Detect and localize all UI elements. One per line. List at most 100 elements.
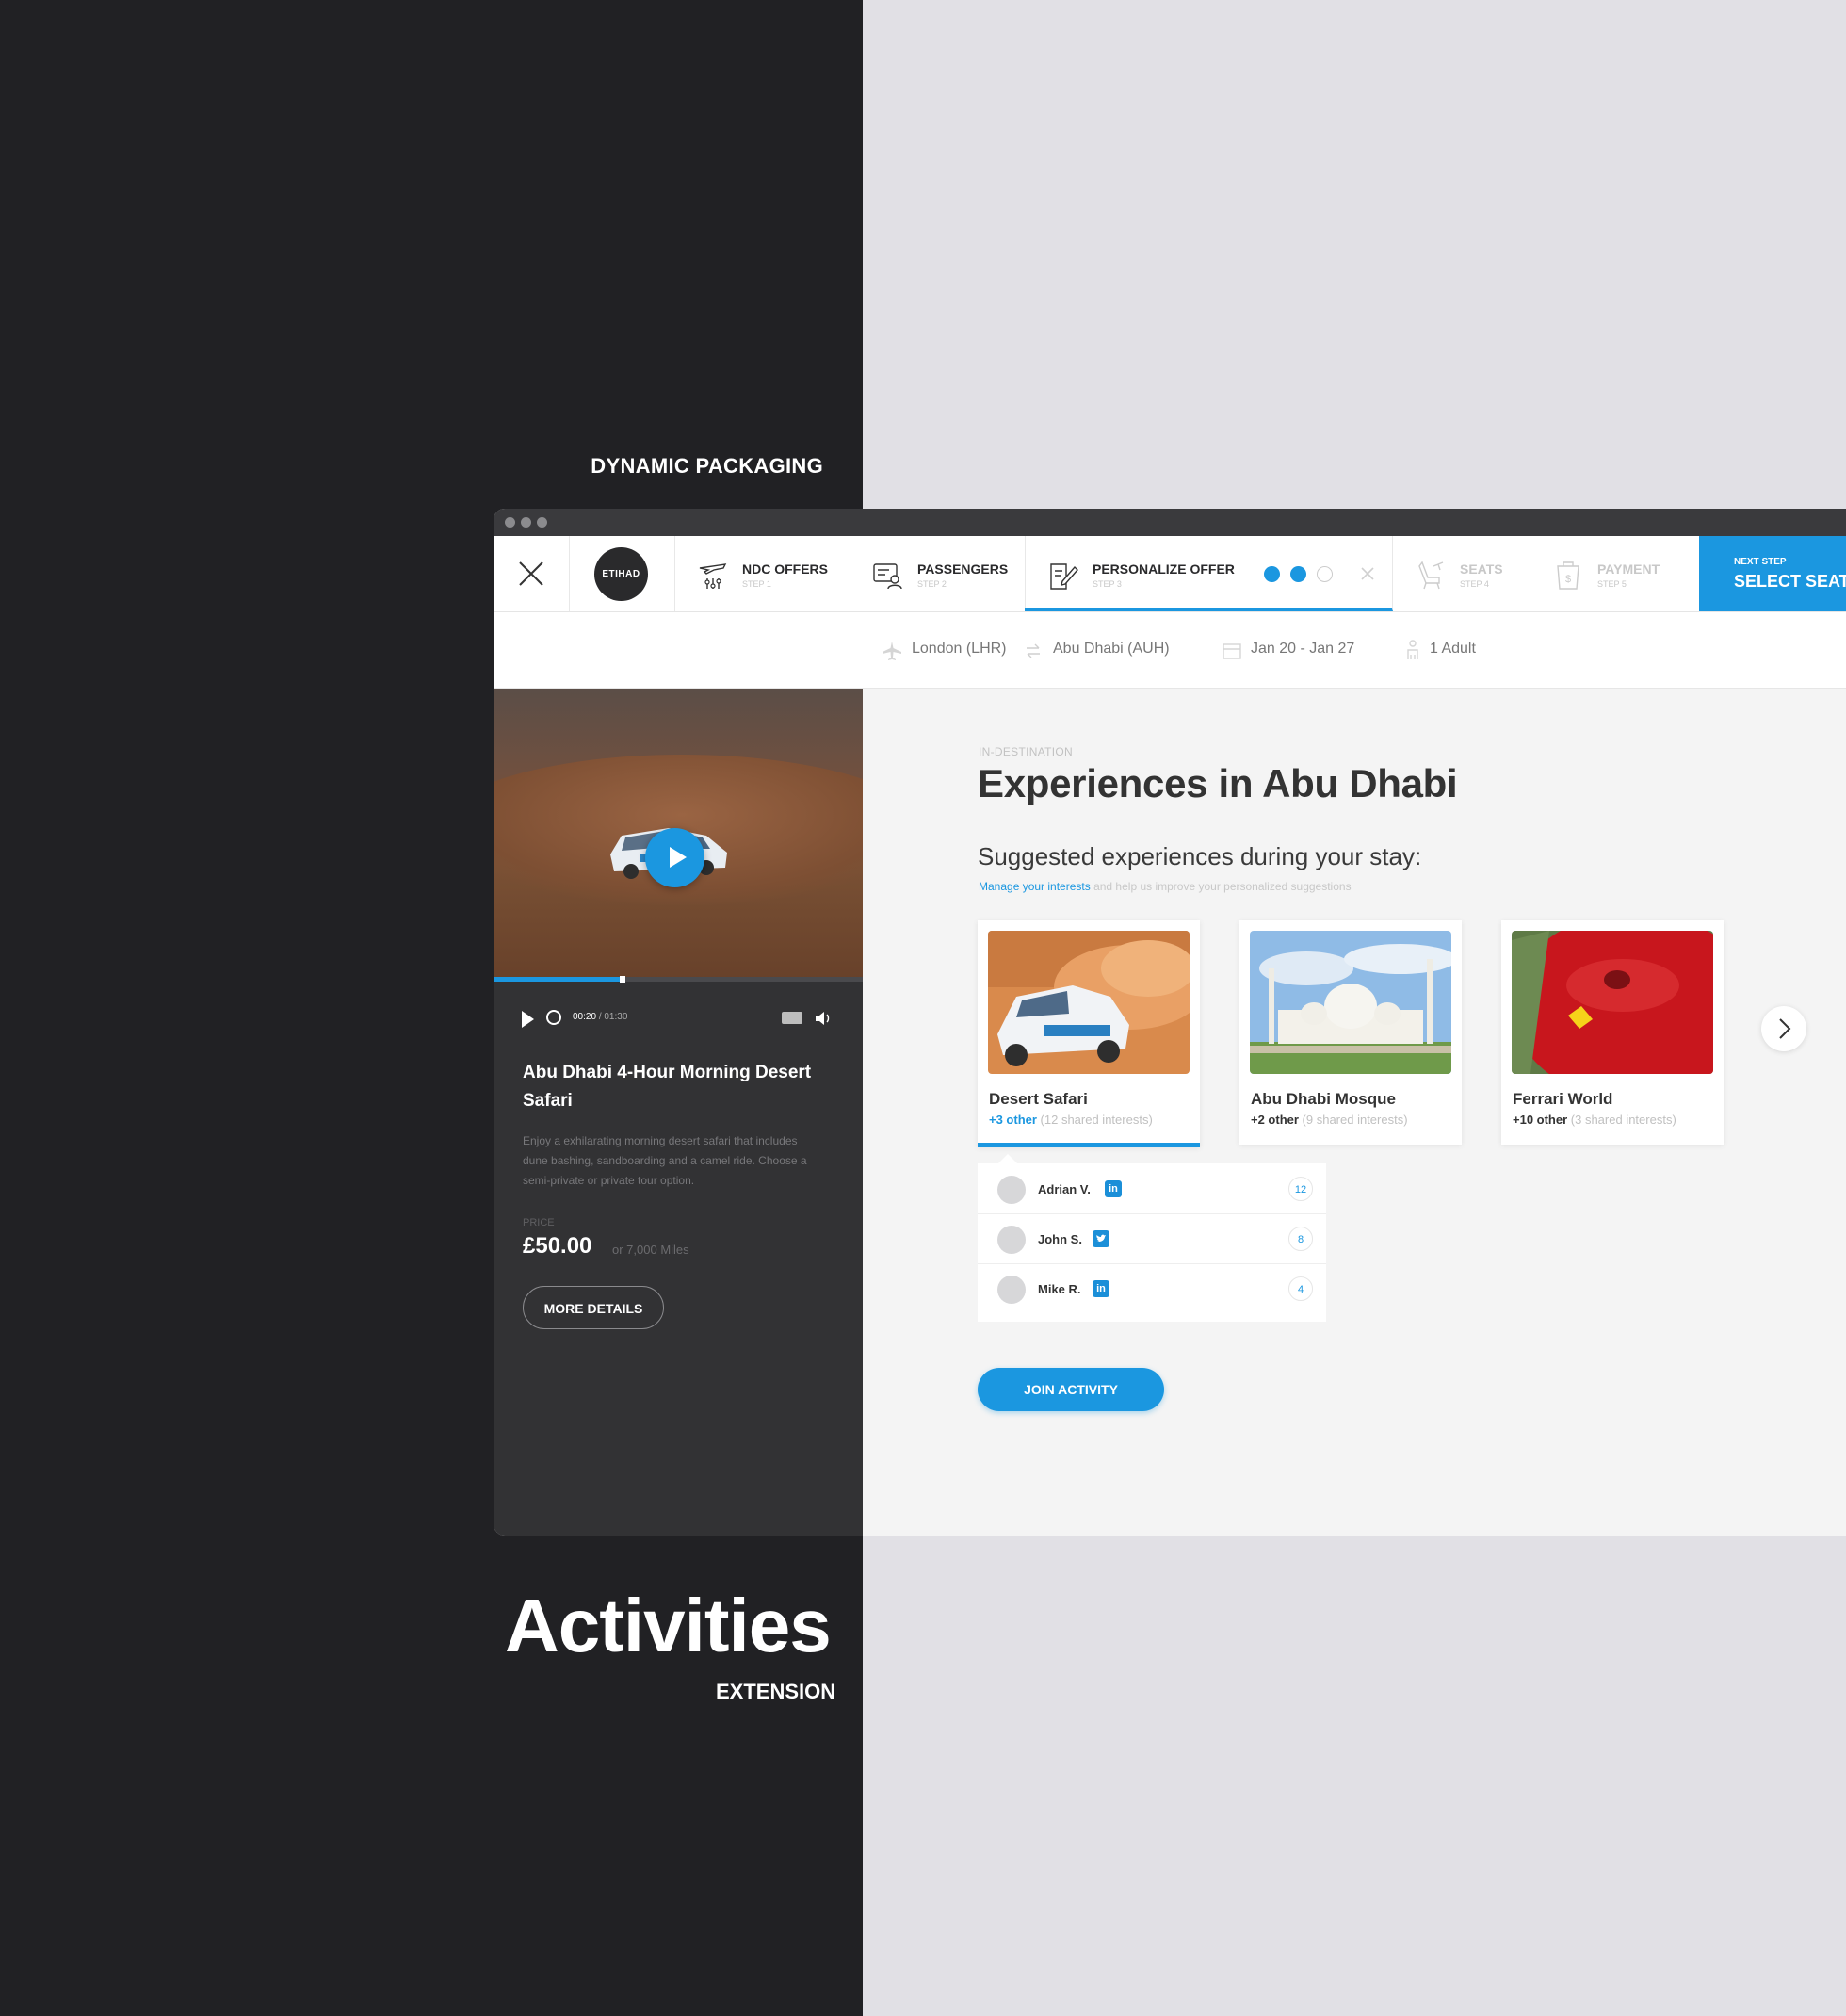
trip-passengers[interactable]: 1 Adult bbox=[1430, 641, 1476, 658]
video-time-current: 00:20 bbox=[573, 1012, 597, 1022]
step-label: PAYMENT bbox=[1597, 561, 1660, 577]
video-progress-handle[interactable] bbox=[620, 976, 626, 983]
list-item[interactable]: Mike R. in 4 bbox=[978, 1263, 1326, 1313]
section-subtitle: Suggested experiences during your stay: bbox=[978, 842, 1422, 870]
activity-video[interactable] bbox=[494, 689, 863, 979]
linkedin-icon[interactable]: in bbox=[1093, 1280, 1109, 1297]
substep-dot-3[interactable] bbox=[1317, 566, 1333, 582]
step-number: STEP 3 bbox=[1093, 579, 1122, 589]
list-item[interactable]: Adrian V. in 12 bbox=[978, 1163, 1326, 1214]
logo-container[interactable]: ETIHAD bbox=[569, 536, 675, 611]
card-meta: +2 other (9 shared interests) bbox=[1251, 1113, 1408, 1127]
next-step-value: SELECT SEATS bbox=[1734, 572, 1846, 591]
window-dot-minimize[interactable] bbox=[521, 517, 531, 528]
activity-title: Abu Dhabi 4-Hour Morning Desert Safari bbox=[523, 1063, 812, 1111]
payment-icon: $ bbox=[1557, 561, 1579, 590]
join-activity-button[interactable]: JOIN ACTIVITY bbox=[978, 1368, 1164, 1411]
avatar bbox=[997, 1176, 1026, 1204]
play-icon[interactable] bbox=[522, 1011, 534, 1028]
step-seats[interactable]: SEATS STEP 4 bbox=[1392, 536, 1530, 611]
card-others: +2 other bbox=[1251, 1113, 1299, 1127]
step-ndc-offers[interactable]: NDC OFFERS STEP 1 bbox=[674, 536, 850, 611]
window-dot-close[interactable] bbox=[505, 517, 515, 528]
interests-hint: Manage your interests and help us improv… bbox=[979, 880, 1352, 893]
page-heading: Activities bbox=[505, 1584, 832, 1667]
plane-filter-icon bbox=[699, 563, 727, 589]
page-title: Experiences in Abu Dhabi bbox=[978, 761, 1458, 805]
step-label: NDC OFFERS bbox=[742, 561, 828, 577]
edit-document-icon bbox=[1050, 563, 1078, 590]
etihad-logo: ETIHAD bbox=[594, 547, 648, 601]
svg-text:$: $ bbox=[1565, 574, 1571, 585]
step-payment[interactable]: $ PAYMENT STEP 5 bbox=[1530, 536, 1699, 611]
experiences-content: IN-DESTINATION Experiences in Abu Dhabi … bbox=[863, 689, 1846, 1536]
plane-icon bbox=[883, 642, 901, 660]
step-number: STEP 1 bbox=[742, 579, 771, 589]
play-video-button[interactable] bbox=[645, 828, 704, 887]
trip-origin[interactable]: London (LHR) bbox=[912, 641, 1007, 658]
card-shared: (3 shared interests) bbox=[1567, 1113, 1676, 1127]
next-cards-button[interactable] bbox=[1761, 1006, 1806, 1051]
activity-detail-panel: 00:20 / 01:30 Abu Dhabi 4-Hour Morning D… bbox=[494, 689, 863, 1536]
video-progress-bar[interactable] bbox=[494, 976, 863, 983]
window-dot-maximize[interactable] bbox=[537, 517, 547, 528]
step-passengers[interactable]: PASSENGERS STEP 2 bbox=[850, 536, 1026, 611]
volume-icon[interactable] bbox=[814, 1010, 833, 1027]
avatar bbox=[997, 1226, 1026, 1254]
video-progress-fill bbox=[494, 977, 623, 982]
more-details-button[interactable]: MORE DETAILS bbox=[523, 1286, 664, 1329]
video-time: 00:20 / 01:30 bbox=[573, 1012, 627, 1022]
swap-icon[interactable] bbox=[1025, 643, 1042, 658]
list-item[interactable]: John S. 8 bbox=[978, 1213, 1326, 1264]
card-others: +10 other bbox=[1513, 1113, 1568, 1127]
manage-interests-link[interactable]: Manage your interests bbox=[979, 880, 1091, 893]
app-window: ETIHAD NDC OFFERS STEP 1 PASSENGERS STEP… bbox=[494, 509, 1846, 1536]
activity-price: £50.00 bbox=[523, 1233, 592, 1259]
person-name: Adrian V. bbox=[1038, 1182, 1091, 1196]
trip-summary-bar: London (LHR) Abu Dhabi (AUH) Jan 20 - Ja… bbox=[494, 612, 1846, 689]
window-titlebar bbox=[494, 509, 1846, 536]
step-label: PERSONALIZE OFFER bbox=[1093, 561, 1235, 577]
next-step-label: NEXT STEP bbox=[1734, 557, 1787, 567]
step-label: SEATS bbox=[1460, 561, 1503, 577]
replay-icon[interactable] bbox=[546, 1010, 561, 1025]
activity-miles: or 7,000 Miles bbox=[612, 1243, 689, 1257]
step-personalize-offer[interactable]: PERSONALIZE OFFER STEP 3 bbox=[1025, 536, 1393, 611]
step-number: STEP 2 bbox=[917, 579, 947, 589]
page-subheading: EXTENSION bbox=[716, 1680, 836, 1703]
experience-card-ferrari-world[interactable]: Ferrari World +10 other (3 shared intere… bbox=[1501, 920, 1724, 1145]
section-eyebrow: IN-DESTINATION bbox=[979, 745, 1073, 758]
close-button[interactable] bbox=[494, 536, 570, 611]
interests-hint-text: and help us improve your personalized su… bbox=[1090, 880, 1352, 893]
activity-description: Enjoy a exhilarating morning desert safa… bbox=[523, 1134, 807, 1187]
video-time-total: / 01:30 bbox=[598, 1012, 628, 1022]
card-meta: +3 other (12 shared interests) bbox=[989, 1113, 1153, 1127]
trip-dates[interactable]: Jan 20 - Jan 27 bbox=[1251, 641, 1354, 658]
card-meta: +10 other (3 shared interests) bbox=[1513, 1113, 1676, 1127]
experience-card-mosque[interactable]: Abu Dhabi Mosque +2 other (9 shared inte… bbox=[1239, 920, 1462, 1145]
step-label: PASSENGERS bbox=[917, 561, 1009, 577]
close-icon bbox=[519, 561, 543, 586]
ferrari-world-image bbox=[1512, 931, 1713, 1074]
card-title: Abu Dhabi Mosque bbox=[1251, 1090, 1396, 1108]
calendar-icon bbox=[1223, 643, 1241, 659]
card-shared: (12 shared interests) bbox=[1036, 1113, 1153, 1127]
seat-icon bbox=[1418, 561, 1444, 590]
video-controls: 00:20 / 01:30 bbox=[494, 1000, 863, 1037]
experience-card-desert-safari[interactable]: Desert Safari +3 other (12 shared intere… bbox=[978, 920, 1200, 1147]
close-icon[interactable] bbox=[1360, 566, 1375, 581]
trip-destination[interactable]: Abu Dhabi (AUH) bbox=[1053, 641, 1170, 658]
twitter-icon[interactable] bbox=[1093, 1230, 1109, 1247]
linkedin-icon[interactable]: in bbox=[1105, 1180, 1122, 1197]
captions-icon[interactable] bbox=[782, 1012, 802, 1024]
next-step-button[interactable]: NEXT STEP SELECT SEATS bbox=[1699, 536, 1846, 611]
shared-count: 8 bbox=[1288, 1227, 1313, 1251]
passenger-card-icon bbox=[873, 563, 902, 590]
substep-dot-1[interactable] bbox=[1264, 566, 1280, 582]
substep-dot-2[interactable] bbox=[1290, 566, 1306, 582]
card-others: +3 other bbox=[989, 1113, 1037, 1127]
shared-count: 4 bbox=[1288, 1276, 1313, 1301]
card-title: Desert Safari bbox=[989, 1090, 1088, 1108]
top-navigation: ETIHAD NDC OFFERS STEP 1 PASSENGERS STEP… bbox=[494, 536, 1846, 612]
shared-count: 12 bbox=[1288, 1177, 1313, 1201]
